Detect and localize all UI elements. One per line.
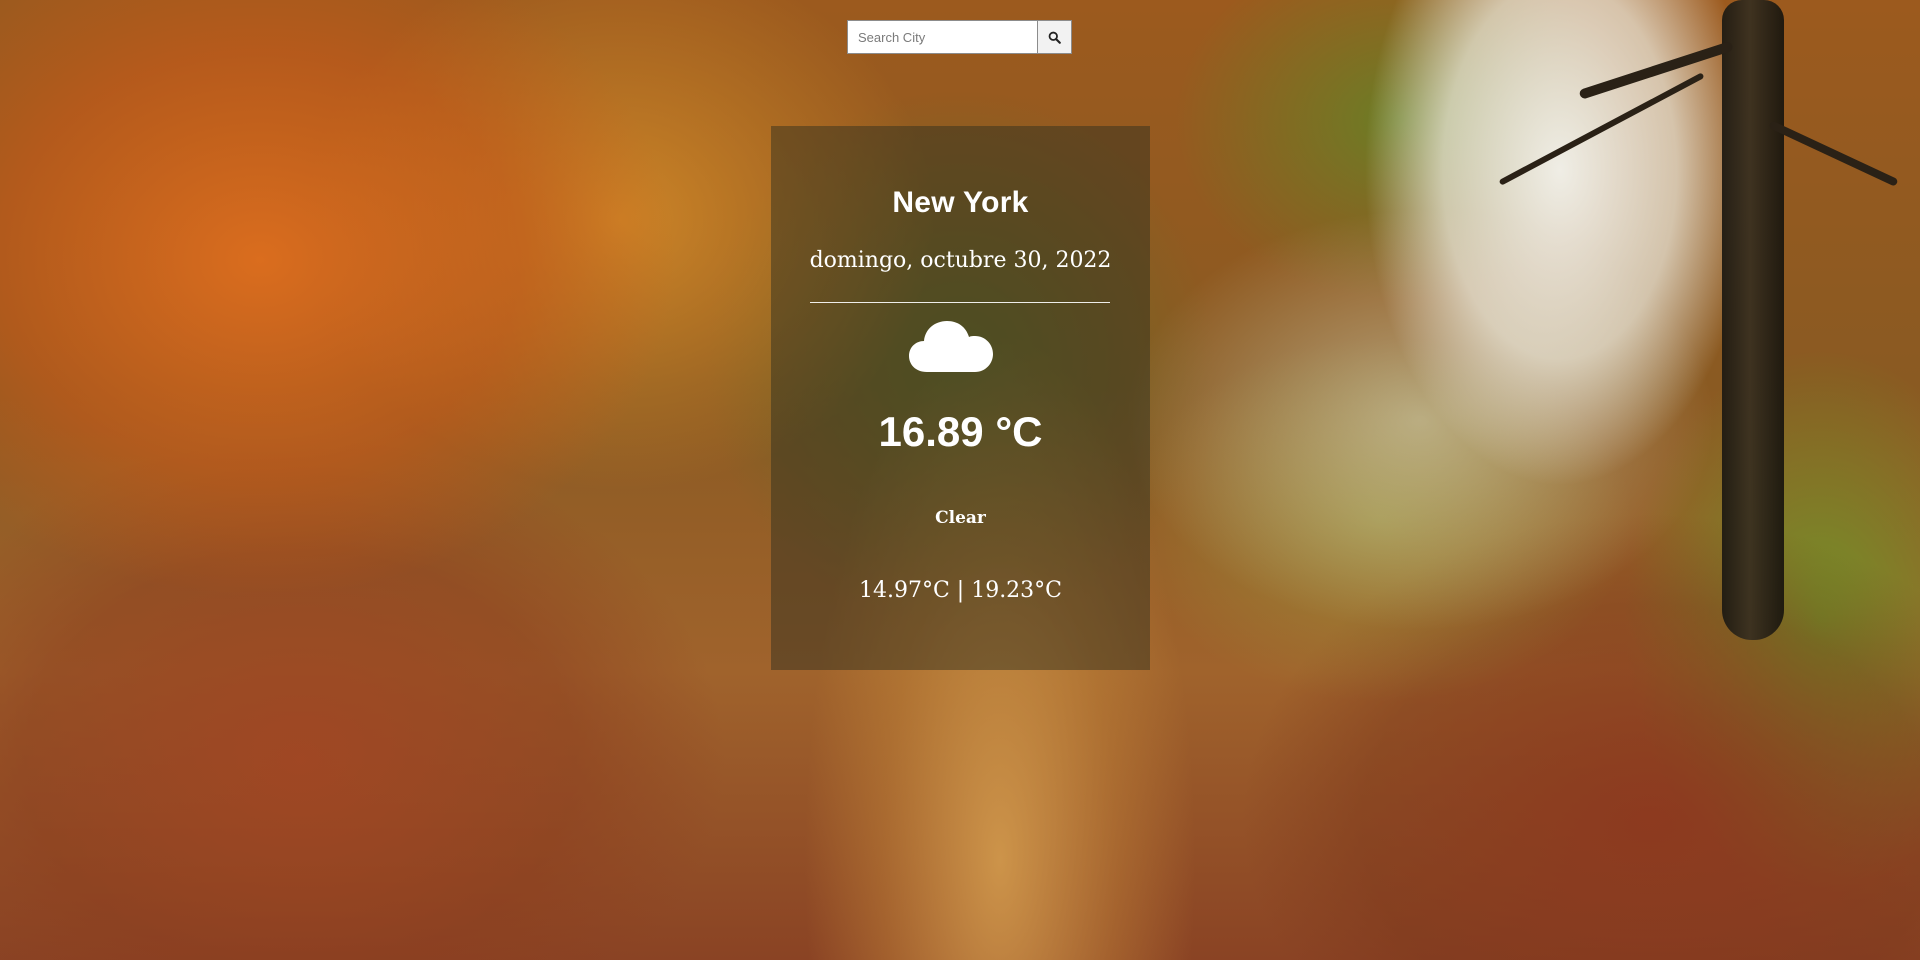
tree-trunk [1722,0,1784,640]
current-date: domingo, octubre 30, 2022 [809,248,1112,273]
tree-branch [1768,120,1899,187]
weather-description: Clear [935,508,986,528]
min-max-temperature: 14.97°C | 19.23°C [858,578,1063,603]
search-button[interactable] [1037,20,1072,54]
search-input[interactable] [847,20,1037,54]
search-icon [1048,31,1061,44]
city-name: New York [892,186,1029,219]
search-bar [847,20,1072,54]
temperature: 16.89 °C [878,408,1043,455]
divider [810,302,1110,303]
tree-branch [1578,40,1734,100]
weather-card: New York domingo, octubre 30, 2022 16.89… [771,126,1150,670]
cloud-icon [909,321,993,372]
